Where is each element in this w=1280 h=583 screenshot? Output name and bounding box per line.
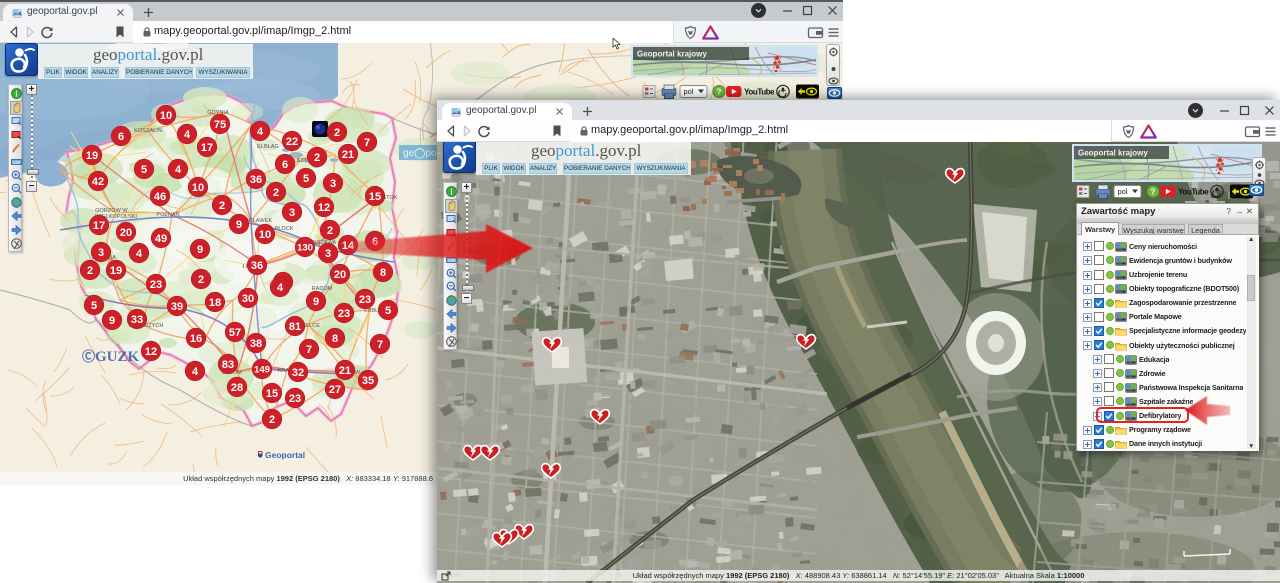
svg-text:19: 19 — [110, 265, 122, 277]
svg-text:6: 6 — [282, 159, 288, 171]
svg-text:KM: KM — [13, 160, 20, 165]
svg-text:2: 2 — [273, 187, 279, 199]
svg-text:KOSZALIN: KOSZALIN — [134, 128, 162, 134]
svg-text:21: 21 — [342, 149, 354, 161]
svg-text:36: 36 — [251, 260, 263, 272]
svg-text:5: 5 — [141, 164, 147, 176]
svg-text:57: 57 — [229, 327, 241, 339]
svg-text:Geoportal: Geoportal — [265, 450, 305, 460]
svg-text:75: 75 — [214, 119, 226, 131]
svg-text:15: 15 — [266, 388, 278, 400]
svg-text:Geoportal krajowy: Geoportal krajowy — [1078, 149, 1148, 158]
svg-text:YouTube: YouTube — [744, 88, 775, 97]
svg-text:7: 7 — [306, 344, 312, 356]
svg-text:pol: pol — [1118, 187, 1128, 196]
svg-text:10: 10 — [192, 182, 204, 194]
svg-text:7: 7 — [377, 339, 383, 351]
svg-text:17: 17 — [93, 220, 105, 232]
svg-text:9: 9 — [197, 244, 203, 256]
svg-text:12: 12 — [145, 346, 157, 358]
svg-text:20: 20 — [120, 227, 132, 239]
svg-text:POZNAŃ: POZNAŃ — [156, 211, 179, 218]
svg-text:27: 27 — [329, 384, 341, 396]
svg-text:17: 17 — [201, 142, 213, 154]
svg-text:9: 9 — [236, 219, 242, 231]
svg-text:22: 22 — [286, 136, 298, 148]
svg-text:ⒸGUZK: ⒸGUZK — [82, 349, 140, 365]
svg-text:23: 23 — [338, 308, 350, 320]
svg-text:?: ? — [1151, 187, 1156, 196]
svg-text:23: 23 — [359, 294, 371, 306]
svg-text:2: 2 — [269, 414, 275, 426]
svg-text:32: 32 — [292, 367, 304, 379]
svg-text:16: 16 — [190, 333, 202, 345]
svg-text:38: 38 — [250, 338, 262, 350]
svg-text:2: 2 — [87, 265, 93, 277]
svg-text:pol: pol — [684, 87, 694, 96]
svg-text:5: 5 — [385, 305, 391, 317]
svg-text:4: 4 — [136, 248, 143, 260]
svg-text:23: 23 — [289, 393, 301, 405]
svg-text:46: 46 — [154, 191, 166, 203]
svg-text:YouTube: YouTube — [1178, 188, 1209, 197]
svg-text:4: 4 — [277, 282, 284, 294]
svg-text:149: 149 — [254, 365, 270, 376]
svg-text:39: 39 — [171, 301, 183, 313]
svg-text:10: 10 — [160, 110, 172, 122]
svg-text:30: 30 — [242, 293, 254, 305]
svg-text:5: 5 — [91, 300, 97, 312]
svg-text:4: 4 — [175, 164, 182, 176]
svg-text:2: 2 — [219, 200, 225, 212]
svg-text:130: 130 — [297, 243, 313, 254]
svg-text:36: 36 — [250, 174, 262, 186]
svg-text:4: 4 — [192, 366, 199, 378]
svg-text:28: 28 — [231, 382, 243, 394]
svg-text:3: 3 — [289, 207, 295, 219]
svg-text:83: 83 — [222, 359, 234, 371]
svg-text:10: 10 — [259, 229, 271, 241]
svg-text:4: 4 — [257, 126, 264, 138]
svg-text:9: 9 — [313, 296, 319, 308]
svg-text:18: 18 — [209, 297, 221, 309]
svg-text:23: 23 — [150, 279, 162, 291]
svg-text:6: 6 — [118, 131, 124, 143]
svg-text:Geoportal krajowy: Geoportal krajowy — [637, 50, 707, 59]
svg-text:PŁOCK: PŁOCK — [275, 226, 294, 232]
svg-text:35: 35 — [362, 375, 374, 387]
svg-text:3: 3 — [330, 178, 336, 190]
svg-text:15: 15 — [369, 191, 381, 203]
svg-text:5: 5 — [303, 173, 309, 185]
svg-text:8: 8 — [332, 333, 338, 345]
svg-text:81: 81 — [289, 321, 301, 333]
svg-text:3: 3 — [325, 248, 331, 260]
svg-text:49: 49 — [155, 233, 167, 245]
svg-text:2: 2 — [327, 225, 333, 237]
svg-text:4: 4 — [184, 129, 191, 141]
svg-text:GORZÓW W.: GORZÓW W. — [95, 207, 129, 214]
svg-text:33: 33 — [131, 314, 143, 326]
svg-text:2: 2 — [314, 152, 320, 164]
svg-text:9: 9 — [109, 315, 115, 327]
svg-text:42: 42 — [92, 176, 104, 188]
svg-text:3: 3 — [98, 247, 104, 259]
svg-text:2: 2 — [334, 127, 340, 139]
svg-text:?: ? — [717, 87, 722, 96]
svg-text:ELBLĄG: ELBLĄG — [257, 144, 279, 150]
svg-text:7: 7 — [364, 137, 370, 149]
svg-text:12: 12 — [318, 202, 330, 214]
svg-text:2: 2 — [198, 274, 204, 286]
svg-text:21: 21 — [339, 365, 351, 377]
svg-text:19: 19 — [86, 150, 98, 162]
